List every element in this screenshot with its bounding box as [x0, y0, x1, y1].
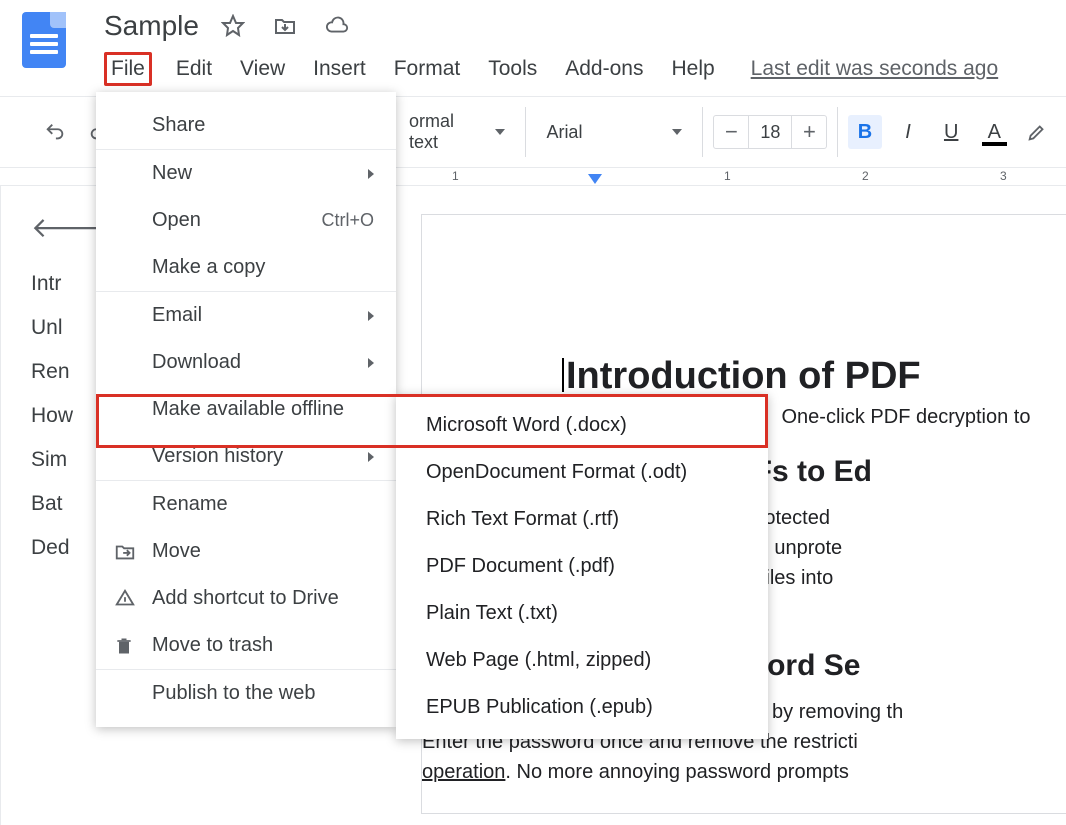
chevron-right-icon	[368, 452, 374, 462]
file-menu-dropdown: Share New OpenCtrl+O Make a copy Email D…	[96, 92, 396, 727]
ruler-tick: 3	[1000, 169, 1007, 183]
submenu-item-odt[interactable]: OpenDocument Format (.odt)	[396, 449, 768, 496]
underline-button[interactable]: U	[935, 115, 968, 149]
font-size-stepper: − 18 +	[713, 115, 827, 149]
text-color-button[interactable]: A	[978, 115, 1011, 149]
submenu-item-txt[interactable]: Plain Text (.txt)	[396, 590, 768, 637]
bold-button[interactable]: B	[848, 115, 881, 149]
menu-item-open[interactable]: OpenCtrl+O	[96, 197, 396, 244]
menu-item-move[interactable]: Move	[96, 528, 396, 575]
menu-bar: File Edit View Insert Format Tools Add-o…	[74, 46, 1052, 96]
shortcut-label: Ctrl+O	[321, 210, 374, 231]
menu-insert[interactable]: Insert	[309, 55, 370, 83]
app-logo[interactable]	[14, 8, 74, 68]
italic-button[interactable]: I	[892, 115, 925, 149]
menu-help[interactable]: Help	[667, 55, 718, 83]
menu-file[interactable]: File	[104, 52, 152, 86]
outline-item[interactable]: How	[31, 404, 71, 428]
ruler-tick: 2	[862, 169, 869, 183]
trash-icon	[114, 635, 138, 657]
cloud-status-icon[interactable]	[325, 14, 349, 38]
menu-item-move-trash[interactable]: Move to trash	[96, 622, 396, 669]
submenu-item-html[interactable]: Web Page (.html, zipped)	[396, 637, 768, 684]
menu-format[interactable]: Format	[390, 55, 465, 83]
menu-item-add-shortcut[interactable]: Add shortcut to Drive	[96, 575, 396, 622]
font-size-decrease[interactable]: −	[714, 119, 748, 145]
menu-item-offline[interactable]: Make available offline	[96, 386, 396, 433]
paragraph-style-select[interactable]: ormal text	[399, 107, 515, 157]
menu-item-new[interactable]: New	[96, 150, 396, 197]
outline-item[interactable]: Sim	[31, 448, 71, 472]
menu-item-version-history[interactable]: Version history	[96, 433, 396, 480]
move-folder-icon[interactable]	[273, 14, 297, 38]
outline-item[interactable]: Intr	[31, 272, 71, 296]
chevron-right-icon	[368, 311, 374, 321]
outline-item[interactable]: Unl	[31, 316, 71, 340]
folder-move-icon	[114, 541, 138, 563]
highlight-button[interactable]	[1021, 115, 1054, 149]
header: Sample File Edit View Insert Format Tool…	[0, 0, 1066, 97]
outline-item[interactable]: Ren	[31, 360, 71, 384]
doc-heading-1: Introduction of PDF	[562, 355, 1066, 398]
font-label: Arial	[546, 122, 582, 143]
submenu-item-rtf[interactable]: Rich Text Format (.rtf)	[396, 496, 768, 543]
outline-panel: 🡐 Intr Unl Ren How Sim Bat Ded	[1, 186, 71, 825]
ruler-tick: 1	[452, 169, 459, 183]
indent-marker-icon[interactable]	[588, 174, 602, 184]
menu-item-share[interactable]: Share	[96, 102, 396, 149]
chevron-right-icon	[368, 358, 374, 368]
download-submenu: Microsoft Word (.docx) OpenDocument Form…	[396, 394, 768, 739]
font-size-value[interactable]: 18	[748, 116, 792, 148]
star-icon[interactable]	[221, 14, 245, 38]
font-select[interactable]: Arial	[536, 118, 692, 147]
menu-item-download[interactable]: Download	[96, 339, 396, 386]
menu-item-publish[interactable]: Publish to the web	[96, 670, 396, 717]
undo-button[interactable]	[38, 117, 72, 147]
paragraph-style-label: ormal text	[409, 111, 485, 153]
outline-item[interactable]: Ded	[31, 536, 71, 560]
menu-edit[interactable]: Edit	[172, 55, 216, 83]
chevron-down-icon	[495, 129, 505, 135]
menu-item-rename[interactable]: Rename	[96, 481, 396, 528]
menu-addons[interactable]: Add-ons	[561, 55, 647, 83]
chevron-right-icon	[368, 169, 374, 179]
document-title[interactable]: Sample	[104, 10, 199, 42]
menu-item-email[interactable]: Email	[96, 292, 396, 339]
submenu-item-epub[interactable]: EPUB Publication (.epub)	[396, 684, 768, 731]
menu-view[interactable]: View	[236, 55, 289, 83]
menu-item-make-copy[interactable]: Make a copy	[96, 244, 396, 291]
submenu-item-pdf[interactable]: PDF Document (.pdf)	[396, 543, 768, 590]
drive-shortcut-icon	[114, 588, 138, 610]
last-edit-link[interactable]: Last edit was seconds ago	[751, 57, 999, 81]
outline-item[interactable]: Bat	[31, 492, 71, 516]
ruler-tick: 1	[724, 169, 731, 183]
menu-tools[interactable]: Tools	[484, 55, 541, 83]
submenu-item-docx[interactable]: Microsoft Word (.docx)	[396, 402, 768, 449]
font-size-increase[interactable]: +	[792, 119, 826, 145]
chevron-down-icon	[672, 129, 682, 135]
back-arrow-icon[interactable]: 🡐	[31, 210, 71, 244]
